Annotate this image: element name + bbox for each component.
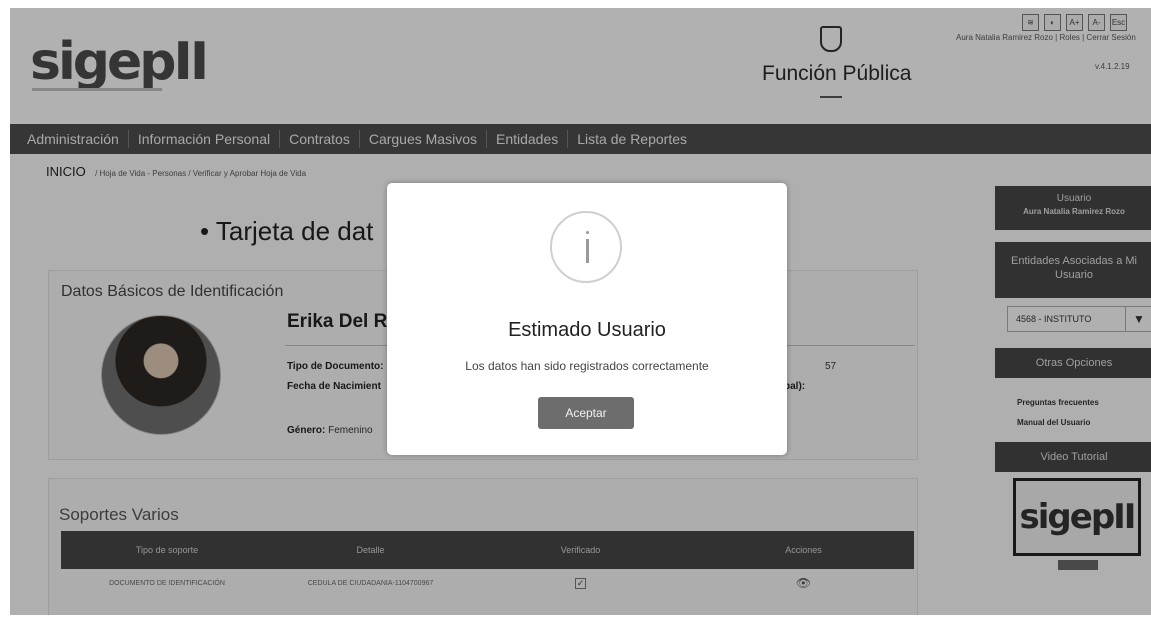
dialog-message: Los datos han sido registrados correctam… bbox=[465, 359, 709, 373]
success-dialog: Estimado Usuario Los datos han sido regi… bbox=[387, 183, 787, 455]
page: sigepII Función Pública ≋ ◐ A+ A- Esc Au… bbox=[10, 8, 1151, 615]
dialog-title: Estimado Usuario bbox=[508, 319, 666, 341]
accept-button[interactable]: Aceptar bbox=[538, 397, 634, 429]
info-icon-bar bbox=[586, 239, 589, 263]
info-icon-dot bbox=[586, 231, 589, 234]
info-icon bbox=[550, 211, 622, 283]
